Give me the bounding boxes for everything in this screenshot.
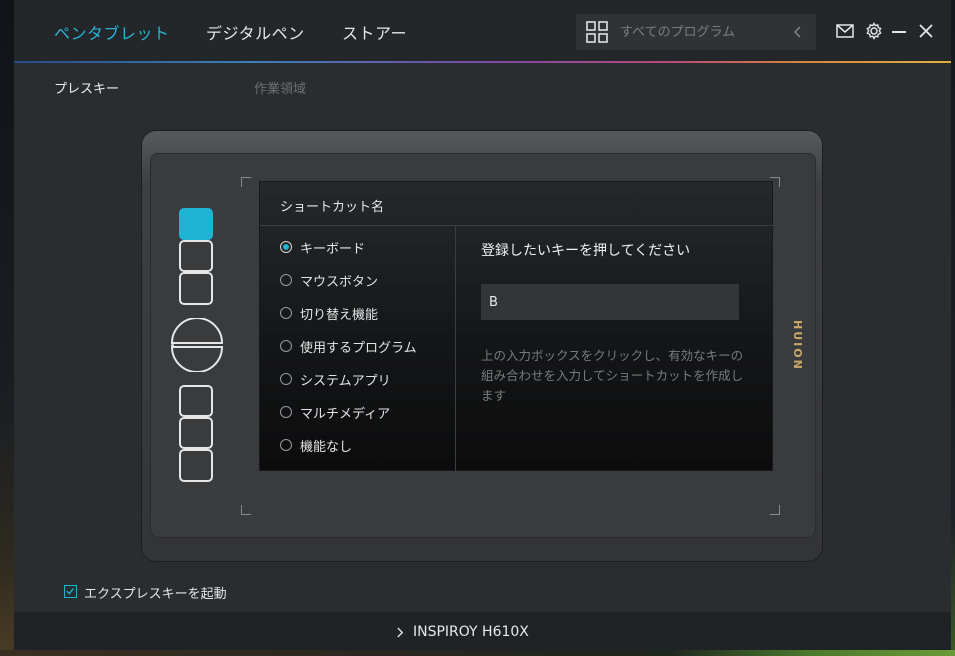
program-selector[interactable] — [576, 14, 816, 50]
option-label: マウスボタン — [300, 274, 379, 290]
express-key-2[interactable] — [179, 240, 213, 272]
shortcut-key-input[interactable] — [481, 284, 739, 320]
mail-icon[interactable] — [836, 22, 854, 40]
option-mouse-button[interactable]: マウスボタン — [280, 271, 379, 290]
grid-icon[interactable] — [586, 21, 608, 43]
radio-button[interactable] — [280, 340, 292, 352]
express-key-1[interactable] — [179, 208, 213, 240]
option-keyboard[interactable]: キーボード — [280, 238, 366, 257]
option-switch-function[interactable]: 切り替え機能 — [280, 304, 379, 323]
option-label: 切り替え機能 — [300, 307, 379, 323]
help-text: 上の入力ボックスをクリックし、有効なキーの組み合わせを入力してショートカットを作… — [481, 348, 744, 403]
option-label: 機能なし — [300, 439, 353, 455]
shortcut-panel: ショートカット名 キーボード マウスボタン 切り替え機能 使用するプログラム シ… — [259, 181, 774, 472]
minimize-icon[interactable] — [890, 22, 908, 40]
tab-digital-pen[interactable]: デジタルペン — [206, 20, 305, 44]
desktop-wallpaper-bottom — [0, 650, 955, 656]
dial-button[interactable] — [169, 318, 225, 372]
footer-bar: INSPIROY H610X — [14, 612, 951, 650]
radio-button-selected[interactable] — [280, 241, 292, 253]
device-selector[interactable]: INSPIROY H610X — [396, 624, 529, 640]
express-key-5[interactable] — [179, 417, 213, 449]
active-area-corner — [241, 505, 251, 515]
subtab-press-keys[interactable]: プレスキー — [54, 78, 119, 97]
express-key-6[interactable] — [179, 449, 213, 482]
enable-express-keys-checkbox[interactable] — [64, 585, 77, 598]
radio-button[interactable] — [280, 307, 292, 319]
express-key-3[interactable] — [179, 272, 213, 305]
active-area-corner — [241, 177, 251, 187]
desktop-wallpaper-right — [951, 0, 955, 656]
tab-pen-tablet[interactable]: ペンタブレット — [54, 20, 170, 44]
active-area-corner — [770, 505, 780, 515]
tab-store[interactable]: ストアー — [342, 20, 407, 44]
subtab-work-area[interactable]: 作業領域 — [254, 78, 306, 97]
radio-button[interactable] — [280, 373, 292, 385]
top-bar: ペンタブレット デジタルペン ストアー — [14, 0, 951, 62]
enable-express-keys-label: エクスプレスキーを起動 — [84, 587, 227, 602]
indicator-dot — [171, 344, 174, 347]
express-key-4[interactable] — [179, 385, 213, 417]
desktop-wallpaper-left — [0, 0, 14, 656]
chevron-left-icon[interactable] — [792, 25, 804, 39]
option-label: マルチメディア — [300, 406, 391, 422]
option-label: キーボード — [300, 241, 366, 257]
option-label: システムアプリ — [300, 373, 391, 389]
radio-button[interactable] — [280, 439, 292, 451]
program-search-input[interactable] — [620, 22, 780, 42]
radio-button[interactable] — [280, 274, 292, 286]
option-program[interactable]: 使用するプログラム — [280, 337, 417, 356]
option-system-app[interactable]: システムアプリ — [280, 370, 391, 389]
option-multimedia[interactable]: マルチメディア — [280, 403, 391, 422]
panel-column-divider — [455, 226, 456, 472]
top-bar-gradient-divider — [14, 61, 951, 63]
close-icon[interactable] — [917, 22, 935, 40]
option-disabled[interactable]: 機能なし — [280, 436, 353, 455]
panel-divider — [260, 225, 774, 226]
check-icon — [66, 588, 74, 595]
radio-button[interactable] — [280, 406, 292, 418]
brand-logo: HUION — [791, 320, 804, 371]
huion-driver-window: ペンタブレット デジタルペン ストアー すべてのプログラム プレスキー 作業領域… — [14, 0, 951, 650]
key-prompt-title: 登録したいキーを押してください — [481, 243, 691, 259]
option-label: 使用するプログラム — [300, 340, 417, 356]
panel-title: ショートカット名 — [280, 200, 385, 215]
chevron-right-icon — [397, 627, 404, 637]
device-name: INSPIROY H610X — [413, 624, 529, 640]
gear-icon[interactable] — [865, 22, 883, 40]
